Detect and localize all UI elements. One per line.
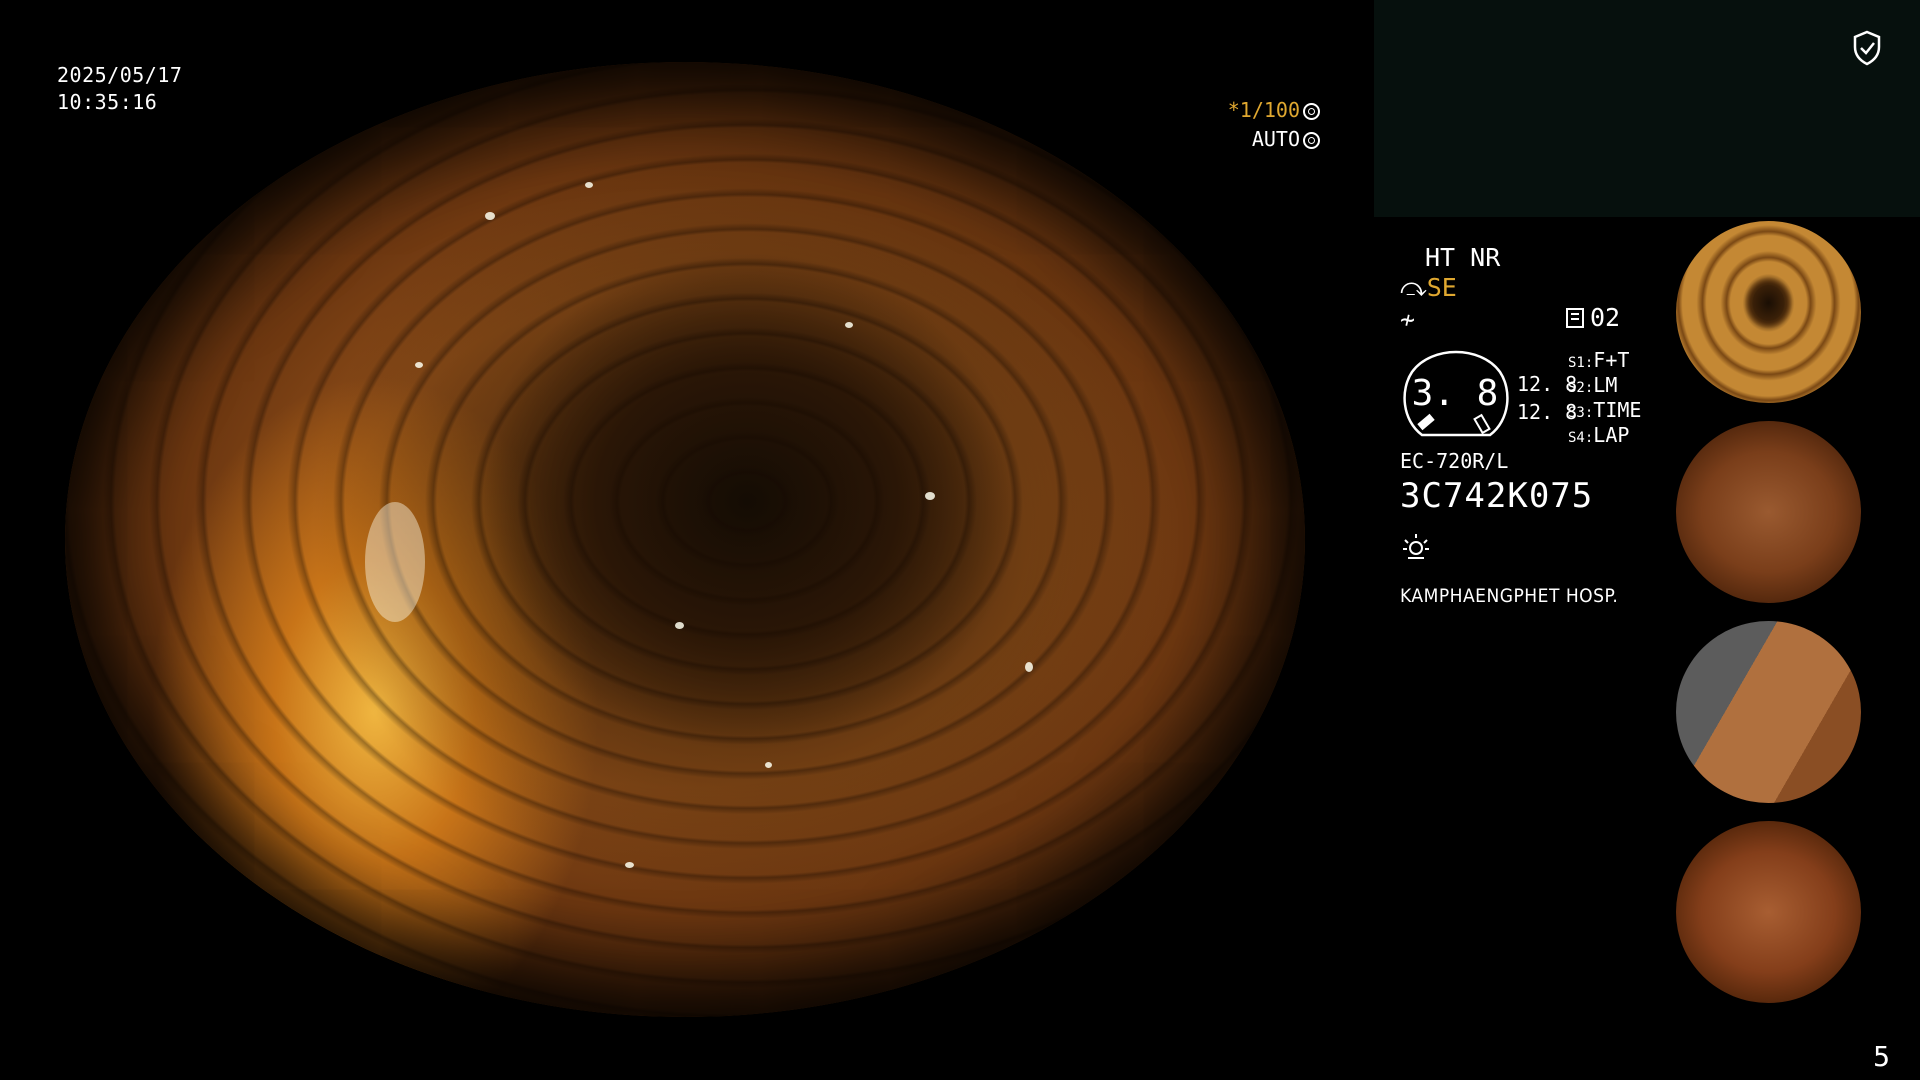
flash-icon: ≁	[1400, 305, 1416, 334]
iris-mode-text: AUTO	[1251, 127, 1300, 151]
switch-key: S4:	[1568, 430, 1594, 446]
memory-icon	[1566, 308, 1584, 328]
time-text: 10:35:16	[57, 90, 158, 114]
switch-key: S1:	[1568, 355, 1594, 371]
aperture-icon	[1303, 103, 1320, 120]
switch-row-1: S1:F+T	[1568, 348, 1629, 372]
se-indicator: ⤼SE	[1400, 273, 1457, 303]
iris-icon	[1303, 132, 1320, 149]
switch-value: LM	[1593, 373, 1618, 397]
shield-check-icon	[1853, 30, 1881, 66]
captured-thumbnail-4[interactable]	[1672, 817, 1920, 1007]
captured-thumbnail-3[interactable]	[1672, 617, 1920, 807]
light-icon	[1403, 534, 1429, 559]
secondary-preview-area	[1374, 0, 1920, 217]
switch-row-3: S3:TIME	[1568, 398, 1641, 422]
scope-angle-icon: ⤼	[1400, 273, 1427, 302]
scope-model: EC-720R/L	[1400, 449, 1509, 473]
page-number: 5	[1873, 1040, 1890, 1073]
hospital-name: KAMPHAENGPHET HOSP.	[1400, 585, 1619, 607]
iris-mode: AUTO	[1252, 127, 1320, 151]
gauge-value: 3. 8	[1411, 373, 1499, 414]
date-text: 2025/05/17	[57, 63, 183, 87]
memory-indicator: 02	[1566, 303, 1620, 332]
captured-thumbnail-1[interactable]	[1672, 217, 1920, 407]
shutter-speed: *1/100	[1228, 98, 1320, 122]
switch-key: S2:	[1568, 380, 1594, 396]
switch-row-4: S4:LAP	[1568, 423, 1629, 447]
scope-serial: 3C742K075	[1400, 476, 1594, 516]
se-label: SE	[1426, 273, 1457, 302]
endoscope-live-view	[65, 62, 1305, 1017]
switch-value: LAP	[1593, 423, 1630, 447]
captured-thumbnail-2[interactable]	[1672, 417, 1920, 607]
switch-value: TIME	[1593, 398, 1642, 422]
thumbnail-image	[1676, 421, 1861, 603]
thumbnail-image	[1676, 221, 1861, 403]
thumbnail-image	[1676, 621, 1861, 803]
thumbnail-image	[1676, 821, 1861, 1003]
ht-nr-label: HT NR	[1425, 243, 1501, 272]
switch-key: S3:	[1568, 405, 1594, 421]
switch-row-2: S2:LM	[1568, 373, 1617, 397]
memory-value: 02	[1590, 303, 1621, 332]
switch-value: F+T	[1593, 348, 1630, 372]
datetime-display: 2025/05/17 10:35:16	[57, 62, 182, 116]
shutter-text: *1/100	[1227, 98, 1300, 122]
